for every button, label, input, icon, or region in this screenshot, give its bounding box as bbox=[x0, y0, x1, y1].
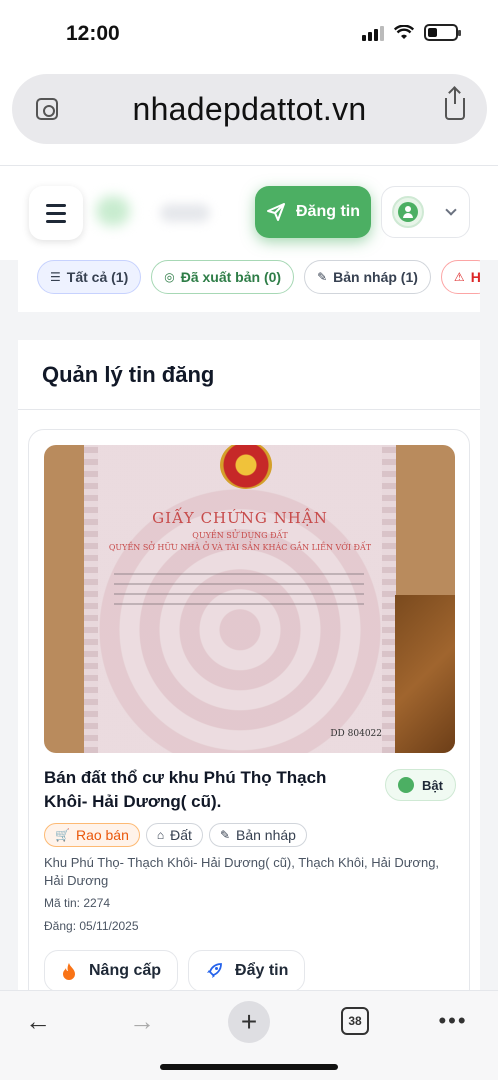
listing-card[interactable]: GIẤY CHỨNG NHẬN QUYỀN SỬ DỤNG ĐẤT QUYỀN … bbox=[28, 429, 470, 1029]
home-icon: ⌂ bbox=[156, 828, 165, 842]
check-circle-icon: ◎ bbox=[164, 270, 175, 284]
certificate-subheading: QUYỀN SỬ DỤNG ĐẤT bbox=[192, 531, 288, 540]
browser-address-area: nhadepdattot.vn bbox=[0, 64, 498, 166]
listing-address: Khu Phú Thọ- Thạch Khôi- Hải Dương( cũ),… bbox=[44, 855, 440, 888]
fire-icon bbox=[63, 963, 75, 980]
chevron-down-icon bbox=[445, 204, 457, 216]
battery-icon bbox=[424, 24, 461, 41]
tab-published[interactable]: ◎ Đã xuất bản (0) bbox=[151, 260, 295, 294]
listing-actions: Nâng cấp Đẩy tin bbox=[44, 950, 306, 992]
certificate-serial: DD 804022 bbox=[330, 729, 382, 739]
listing-tags: 🛒 Rao bán ⌂ Đất ✎ Bản nháp bbox=[44, 823, 307, 847]
home-indicator bbox=[160, 1064, 338, 1070]
hamburger-icon bbox=[46, 203, 66, 207]
divider bbox=[18, 409, 480, 410]
listing-title[interactable]: Bán đất thổ cư khu Phú Thọ Thạch Khôi- H… bbox=[44, 766, 364, 814]
signal-icon bbox=[362, 25, 384, 41]
filter-tabs-bar: ☰ Tất cả (1) ◎ Đã xuất bản (0) ✎ Bản nhá… bbox=[18, 258, 480, 312]
url-text[interactable]: nhadepdattot.vn bbox=[132, 91, 366, 128]
tab-hidden[interactable]: ⚠ H bbox=[440, 260, 480, 294]
page-title: Quản lý tin đăng bbox=[42, 362, 215, 387]
edit-icon: ✎ bbox=[219, 828, 230, 842]
certificate-heading: GIẤY CHỨNG NHẬN bbox=[152, 509, 328, 527]
tab-draft[interactable]: ✎ Bản nháp (1) bbox=[304, 260, 431, 294]
page-settings-icon[interactable] bbox=[36, 98, 58, 120]
user-icon bbox=[398, 202, 418, 222]
toggle-dot-icon bbox=[398, 777, 414, 793]
listing-management-panel: Quản lý tin đăng GIẤY CHỨNG NHẬN QUYỀN S… bbox=[18, 340, 480, 1029]
new-tab-icon[interactable]: + bbox=[228, 1001, 270, 1043]
visibility-toggle[interactable]: Bật bbox=[385, 769, 456, 801]
share-icon[interactable] bbox=[445, 88, 465, 120]
list-icon: ☰ bbox=[50, 270, 61, 284]
post-listing-button[interactable]: Đăng tin bbox=[255, 186, 371, 238]
certificate-subheading-2: QUYỀN SỞ HỮU NHÀ Ở VÀ TÀI SẢN KHÁC GẮN L… bbox=[108, 543, 372, 552]
tab-all[interactable]: ☰ Tất cả (1) bbox=[37, 260, 142, 294]
listing-date: Đăng: 05/11/2025 bbox=[44, 919, 139, 933]
listing-photo[interactable]: GIẤY CHỨNG NHẬN QUYỀN SỬ DỤNG ĐẤT QUYỀN … bbox=[44, 445, 455, 753]
user-menu-button[interactable] bbox=[381, 186, 470, 238]
back-icon[interactable]: ← bbox=[20, 1001, 56, 1041]
wooden-table bbox=[395, 595, 455, 753]
status-icons bbox=[362, 24, 461, 41]
toggle-label: Bật bbox=[422, 777, 443, 793]
tag-land: ⌂ Đất bbox=[145, 823, 203, 847]
push-listing-button[interactable]: Đẩy tin bbox=[188, 950, 306, 992]
tag-draft: ✎ Bản nháp bbox=[208, 823, 307, 847]
rocket-icon bbox=[207, 963, 222, 978]
listing-code: Mã tin: 2274 bbox=[44, 896, 111, 910]
certificate-document: GIẤY CHỨNG NHẬN QUYỀN SỬ DỤNG ĐẤT QUYỀN … bbox=[84, 445, 396, 753]
more-icon[interactable]: ••• bbox=[436, 1001, 470, 1041]
logo-blurred bbox=[96, 196, 130, 226]
logo-text-blurred bbox=[160, 204, 210, 222]
status-time: 12:00 bbox=[66, 22, 120, 45]
send-icon bbox=[267, 203, 285, 221]
warning-icon: ⚠ bbox=[453, 270, 465, 284]
address-bar[interactable]: nhadepdattot.vn bbox=[12, 74, 487, 144]
wifi-icon bbox=[394, 24, 414, 39]
menu-button[interactable] bbox=[29, 186, 83, 240]
certificate-text-lines bbox=[114, 573, 364, 613]
upgrade-button[interactable]: Nâng cấp bbox=[44, 950, 179, 992]
forward-icon[interactable]: → bbox=[124, 1001, 160, 1041]
avatar bbox=[392, 196, 424, 228]
tag-for-sale: 🛒 Rao bán bbox=[44, 823, 140, 847]
edit-icon: ✎ bbox=[317, 270, 328, 284]
post-button-label: Đăng tin bbox=[296, 203, 360, 220]
tabs-button[interactable]: 38 bbox=[341, 1007, 369, 1035]
status-bar: 12:00 bbox=[0, 0, 498, 64]
cart-icon: 🛒 bbox=[55, 828, 70, 842]
app-header: Đăng tin bbox=[0, 166, 498, 260]
